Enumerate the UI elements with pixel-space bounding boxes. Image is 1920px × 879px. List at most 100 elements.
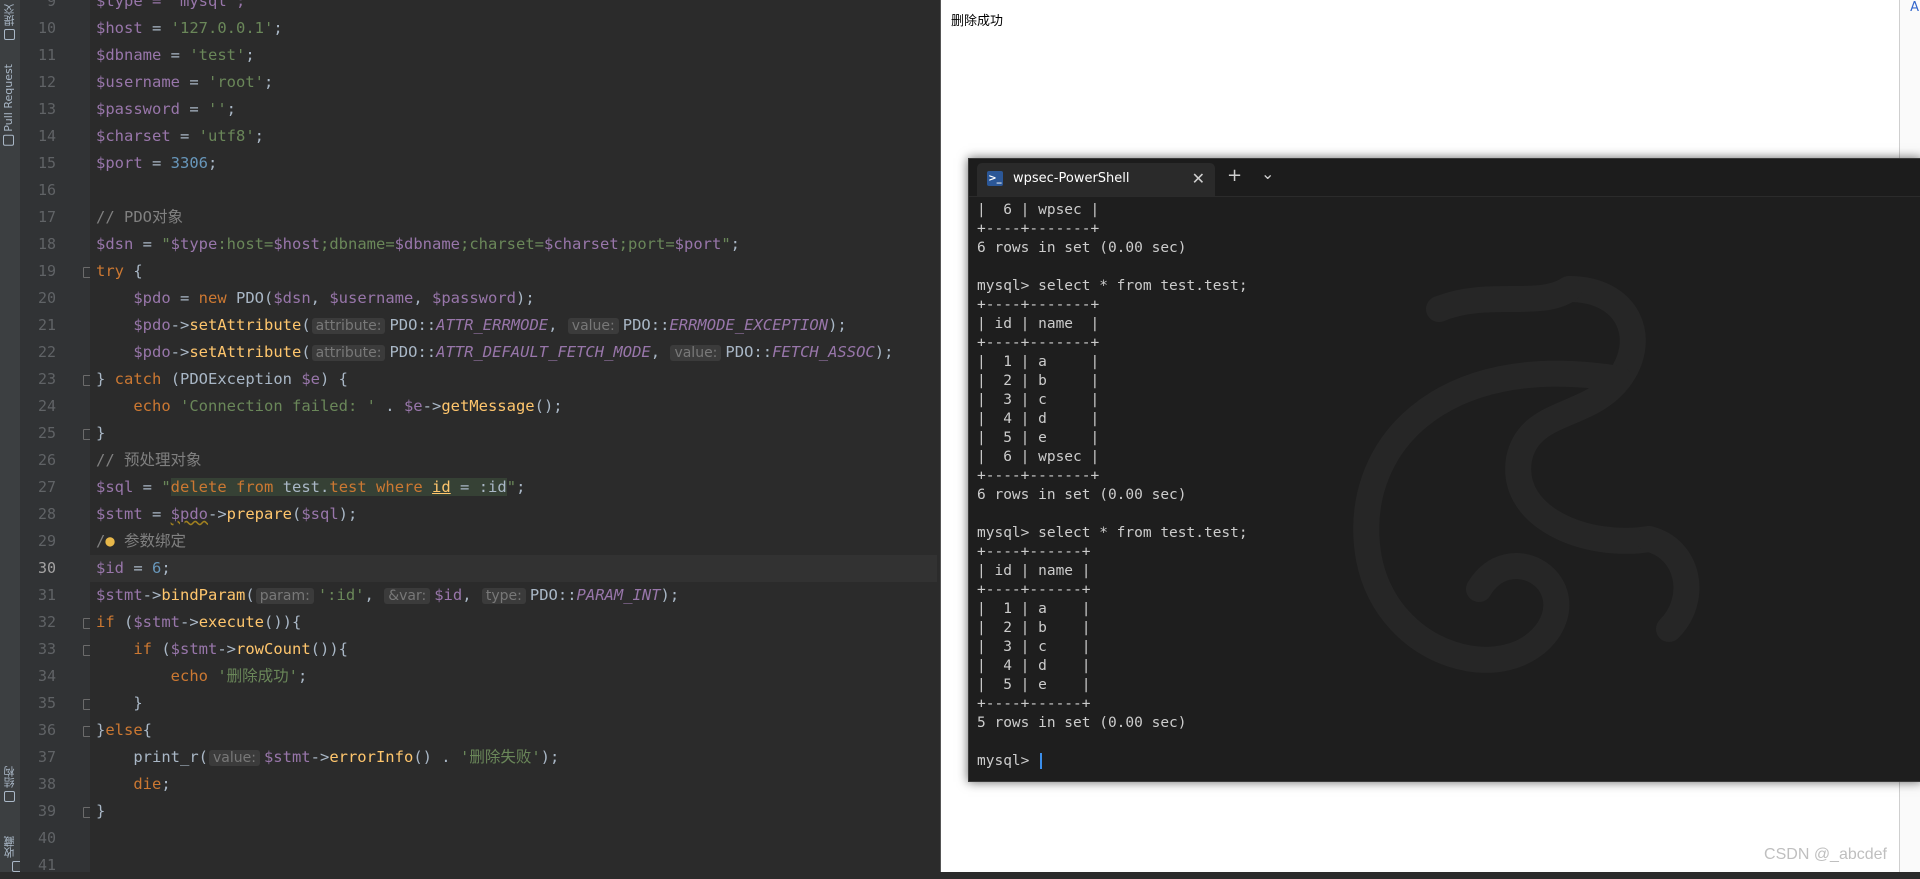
terminal-output[interactable]: | 6 | wpsec | +----+-------+ 6 rows in s… — [977, 201, 1917, 771]
terminal-line: mysql> select * from test.test; — [977, 525, 1248, 541]
line-number: 34 — [37, 667, 56, 685]
terminal-line: | 1 | a | — [977, 601, 1091, 617]
line-number: 20 — [37, 289, 56, 307]
code-line-38: die; — [133, 775, 171, 793]
terminal-line: | 6 | wpsec | — [977, 202, 1100, 218]
line-number: 25 — [37, 424, 56, 442]
line-number: 27 — [37, 478, 56, 496]
current-line-highlight — [90, 555, 937, 582]
new-tab-button[interactable]: + — [1227, 165, 1242, 186]
line-number: 35 — [37, 694, 56, 712]
terminal-line: | 5 | e | — [977, 677, 1091, 693]
code-line-39: } — [96, 802, 106, 820]
code-line-35: } — [96, 694, 143, 712]
code-line-22: $pdo->setAttribute(attribute: PDO::ATTR_D… — [133, 343, 894, 361]
line-number: 16 — [37, 181, 56, 199]
pull-request-tab[interactable]: Pull Request — [2, 64, 15, 146]
terminal-line: +----+-------+ — [977, 221, 1100, 237]
param-hint: value: — [209, 750, 260, 766]
line-number: 26 — [37, 451, 56, 469]
code-editor[interactable]: $type = 'mysql'; $host = '127.0.0.1'; $d… — [90, 0, 937, 872]
line-number: 13 — [37, 100, 56, 118]
line-number: 12 — [37, 73, 56, 91]
line-number: 9 — [46, 0, 56, 10]
terminal-line: +----+------+ — [977, 582, 1091, 598]
terminal-window[interactable]: >_ wpsec-PowerShell ✕ + ⌄ | 6 | wpsec | … — [968, 158, 1920, 782]
code-line-34: echo '删除成功'; — [170, 667, 308, 685]
corner-icon[interactable]: A — [1910, 0, 1919, 15]
code-line-32: if ($stmt->execute()){ — [96, 613, 302, 631]
terminal-titlebar[interactable]: >_ wpsec-PowerShell ✕ + ⌄ — [969, 159, 1920, 197]
lightbulb-icon[interactable]: ● — [105, 532, 114, 550]
line-number: 39 — [37, 802, 56, 820]
structure-icon — [4, 791, 16, 802]
param-hint: type: — [481, 588, 526, 604]
commit-tab[interactable]: 提交 — [2, 4, 18, 40]
structure-tab[interactable]: 结构 — [2, 766, 18, 802]
line-number-current: 30 — [37, 559, 56, 577]
terminal-line: +----+-------+ — [977, 468, 1100, 484]
terminal-line: +----+-------+ — [977, 297, 1100, 313]
code-line-25: } — [96, 424, 106, 442]
line-number: 41 — [37, 856, 56, 874]
code-line-33: if ($stmt->rowCount()){ — [133, 640, 348, 658]
line-number: 33 — [37, 640, 56, 658]
terminal-line: | 3 | c | — [977, 639, 1091, 655]
code-line-31: $stmt->bindParam(param: ':id', &var: $id, … — [96, 586, 680, 604]
terminal-line: +----+------+ — [977, 696, 1091, 712]
line-number: 22 — [37, 343, 56, 361]
line-number: 31 — [37, 586, 56, 604]
terminal-line: | 2 | b | — [977, 620, 1091, 636]
code-line-9: $type = 'mysql'; — [96, 0, 246, 10]
code-line-14: $charset = 'utf8'; — [96, 127, 264, 145]
line-number-gutter: 9 10 11 12 13 14 15 16 17 18 19 20 21 22… — [20, 0, 94, 874]
line-number: 10 — [37, 19, 56, 37]
code-line-18: $dsn = "$type:host=$host;dbname=$dbname;… — [96, 235, 741, 253]
line-number: 37 — [37, 748, 56, 766]
chevron-down-icon[interactable]: ⌄ — [1261, 164, 1274, 183]
line-number: 32 — [37, 613, 56, 631]
code-line-28: $stmt = $pdo->prepare($sql); — [96, 505, 358, 523]
param-hint: value: — [567, 318, 619, 334]
param-hint: value: — [670, 345, 722, 361]
line-number: 38 — [37, 775, 56, 793]
close-icon[interactable]: ✕ — [1192, 169, 1205, 188]
powershell-icon: >_ — [987, 171, 1003, 186]
terminal-line: | 3 | c | — [977, 392, 1100, 408]
line-number: 28 — [37, 505, 56, 523]
terminal-line: | 1 | a | — [977, 354, 1100, 370]
line-number: 11 — [37, 46, 56, 64]
terminal-prompt[interactable]: mysql> — [977, 752, 1917, 771]
line-number: 23 — [37, 370, 56, 388]
terminal-line: +----+------+ — [977, 544, 1091, 560]
terminal-line: | 5 | e | — [977, 430, 1100, 446]
line-number: 14 — [37, 127, 56, 145]
line-number: 15 — [37, 154, 56, 172]
terminal-line: | 6 | wpsec | — [977, 449, 1100, 465]
param-hint: attribute: — [311, 318, 386, 334]
code-line-20: $pdo = new PDO($dsn, $username, $passwor… — [133, 289, 535, 307]
code-line-37: print_r(value: $stmt->errorInfo() . '删除失败… — [133, 748, 560, 766]
terminal-line: | 4 | d | — [977, 411, 1100, 427]
terminal-line: 6 rows in set (0.00 sec) — [977, 487, 1187, 503]
code-line-26: // 预处理对象 — [96, 451, 202, 469]
line-number: 19 — [37, 262, 56, 280]
terminal-tab[interactable]: >_ wpsec-PowerShell ✕ — [977, 163, 1215, 196]
terminal-line: | 2 | b | — [977, 373, 1100, 389]
pull-request-icon — [3, 134, 14, 146]
text-cursor — [1040, 753, 1043, 769]
param-hint: attribute: — [311, 345, 386, 361]
code-line-12: $username = 'root'; — [96, 73, 274, 91]
code-line-13: $password = ''; — [96, 100, 237, 118]
terminal-line: | 4 | d | — [977, 658, 1091, 674]
code-line-15: $port = 3306; — [96, 154, 218, 172]
terminal-line: | id | name | — [977, 316, 1100, 332]
line-number: 17 — [37, 208, 56, 226]
code-line-29: /● 参数绑定 — [96, 532, 187, 550]
line-number: 21 — [37, 316, 56, 334]
line-number: 29 — [37, 532, 56, 550]
terminal-tab-title: wpsec-PowerShell — [1013, 171, 1130, 186]
